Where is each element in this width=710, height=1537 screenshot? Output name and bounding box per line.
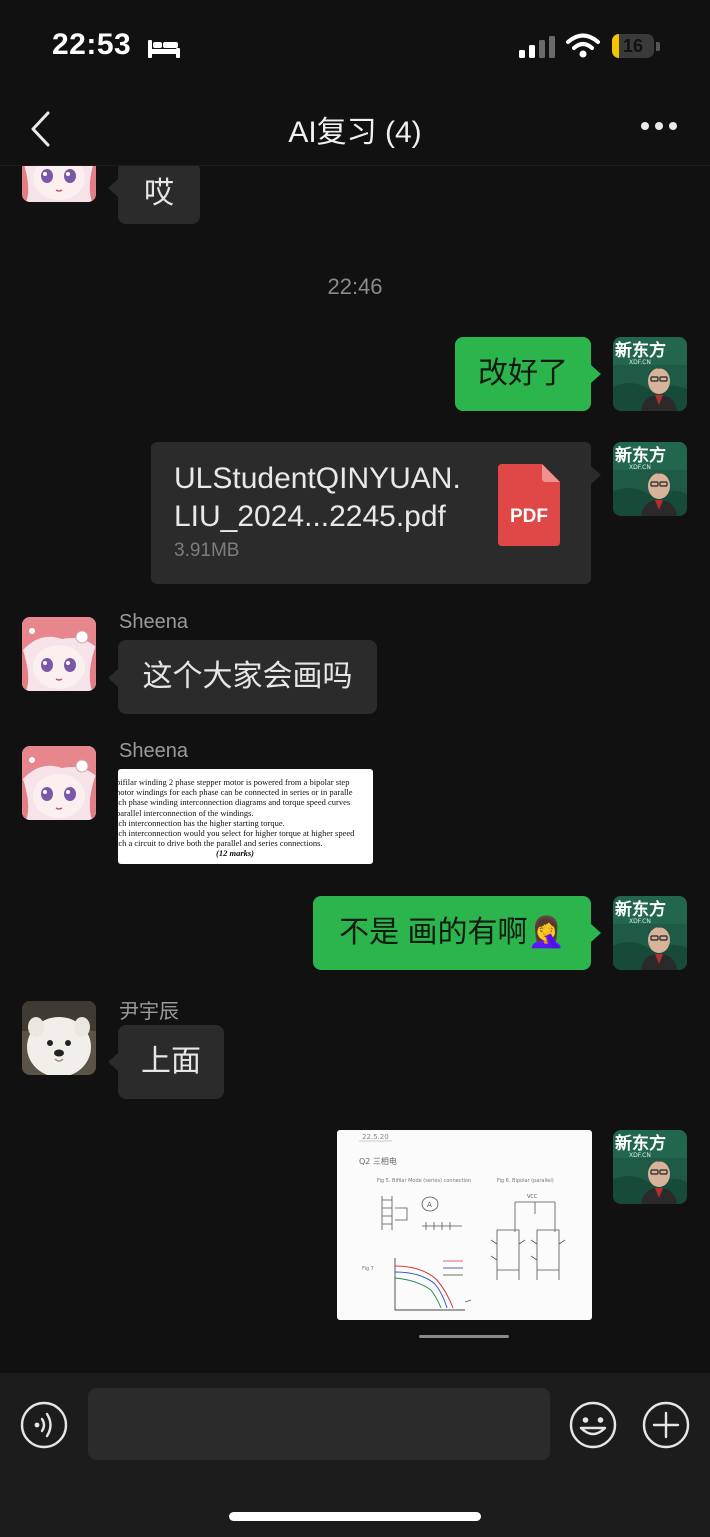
sender-name: Sheena bbox=[119, 611, 188, 633]
bed-icon bbox=[148, 40, 180, 58]
file-name-line-1: ULStudentQINYUAN. bbox=[174, 462, 461, 495]
file-name-line-2: LIU_2024...2245.pdf bbox=[174, 500, 446, 533]
avatar-yin-yuchen[interactable] bbox=[22, 1001, 96, 1075]
avatar-self[interactable] bbox=[613, 442, 687, 516]
scroll-hint-bar bbox=[419, 1335, 509, 1338]
avatar-self[interactable] bbox=[613, 896, 687, 970]
message-bubble-outgoing[interactable]: 改好了 bbox=[455, 337, 591, 411]
message-bubble-outgoing[interactable]: 不是 画的有啊🤦‍♀️ bbox=[313, 896, 591, 970]
bubble-tail bbox=[108, 179, 118, 197]
handwritten-diagram: 22.5.20 Q2 三相电 Fig 5. Bifilar Mode (seri… bbox=[359, 1133, 566, 1311]
avatar-self[interactable] bbox=[613, 337, 687, 411]
avatar-sheena[interactable] bbox=[22, 166, 96, 202]
question-line: bifilar winding 2 phase stepper motor is… bbox=[118, 777, 350, 787]
note-vcc: VCC bbox=[527, 1194, 538, 1200]
chat-header: AI复习 (4) bbox=[0, 95, 710, 166]
bubble-tail bbox=[591, 924, 601, 942]
more-dots-icon[interactable] bbox=[640, 121, 678, 131]
file-message-card[interactable]: ULStudentQINYUAN. LIU_2024...2245.pdf 3.… bbox=[151, 442, 591, 584]
avatar-self[interactable] bbox=[613, 1130, 687, 1204]
bubble-tail bbox=[591, 365, 601, 383]
note-fig7: Fig 7 bbox=[362, 1266, 374, 1272]
question-line: parallel interconnection of the windings… bbox=[118, 807, 254, 818]
chat-title: AI复习 (4) bbox=[288, 116, 422, 149]
question-line: ich interconnection would you select for… bbox=[118, 828, 355, 839]
status-time: 22:53 bbox=[52, 28, 132, 61]
question-marks: (12 marks) bbox=[216, 848, 255, 859]
note-circle-label: A bbox=[427, 1201, 432, 1209]
question-line: notor windings for each phase can be con… bbox=[118, 787, 353, 798]
battery-indicator: 16 bbox=[612, 34, 654, 58]
message-input[interactable] bbox=[88, 1388, 550, 1460]
signal-icon bbox=[519, 36, 555, 58]
emoji-icon[interactable] bbox=[568, 1400, 618, 1450]
message-bubble-incoming[interactable]: 上面 bbox=[118, 1025, 224, 1099]
image-message-question[interactable]: bifilar winding 2 phase stepper motor is… bbox=[118, 769, 373, 864]
pdf-file-icon: PDF bbox=[498, 464, 560, 546]
bubble-tail bbox=[108, 1053, 118, 1071]
message-timestamp: 22:46 bbox=[327, 274, 383, 299]
wifi-icon bbox=[566, 33, 600, 58]
avatar-sheena[interactable] bbox=[22, 746, 96, 820]
sender-name: 尹宇辰 bbox=[119, 1001, 179, 1023]
home-indicator[interactable] bbox=[229, 1512, 481, 1521]
pdf-icon-label: PDF bbox=[510, 506, 548, 527]
note-heading: Q2 三相电 bbox=[359, 1156, 397, 1166]
note-fig5: Fig 5. Bifilar Mode (series) connection bbox=[377, 1178, 471, 1184]
battery-tip bbox=[656, 42, 660, 51]
note-date: 22.5.20 bbox=[362, 1133, 389, 1141]
bubble-tail bbox=[591, 466, 601, 484]
message-list[interactable]: 哎 22:46 改好了 ULStudentQINYUAN. LIU_2024..… bbox=[0, 166, 710, 1372]
note-fig6: Fig 6. Bipolar (parallel) bbox=[497, 1178, 554, 1184]
question-line: tch a circuit to drive both the parallel… bbox=[118, 838, 323, 849]
question-line: tch phase winding interconnection diagra… bbox=[118, 797, 351, 808]
battery-percentage: 16 bbox=[622, 36, 644, 56]
input-bar bbox=[0, 1373, 710, 1537]
plus-icon[interactable] bbox=[641, 1400, 691, 1450]
avatar-sheena[interactable] bbox=[22, 617, 96, 691]
voice-icon[interactable] bbox=[20, 1401, 68, 1449]
question-text: bifilar winding 2 phase stepper motor is… bbox=[118, 777, 373, 859]
message-bubble-incoming[interactable]: 哎 bbox=[118, 166, 200, 224]
status-bar: 22:53 16 bbox=[0, 0, 710, 95]
file-name: ULStudentQINYUAN. LIU_2024...2245.pdf bbox=[174, 460, 461, 536]
bubble-tail bbox=[108, 669, 118, 687]
question-line: ich interconnection has the higher start… bbox=[118, 817, 285, 828]
image-message-handwritten-notes[interactable]: 22.5.20 Q2 三相电 Fig 5. Bifilar Mode (seri… bbox=[337, 1130, 592, 1320]
file-size: 3.91MB bbox=[174, 540, 240, 561]
sender-name: Sheena bbox=[119, 740, 188, 762]
message-bubble-incoming[interactable]: 这个大家会画吗 bbox=[118, 640, 377, 714]
